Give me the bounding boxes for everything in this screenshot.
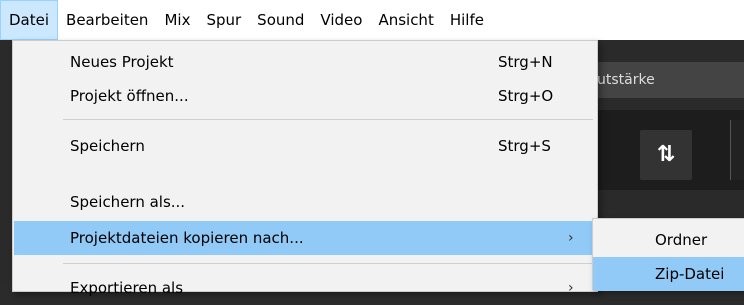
menu-ansicht[interactable]: Ansicht [370, 0, 441, 40]
menu-hilfe[interactable]: Hilfe [442, 0, 492, 40]
menu-item-save-as[interactable]: Speichern als... [14, 185, 596, 219]
menu-item-shortcut: Strg+S [498, 137, 551, 155]
menu-mix[interactable]: Mix [156, 0, 198, 40]
menu-item-label: Neues Projekt [70, 53, 174, 71]
menu-item-shortcut: Strg+N [498, 53, 553, 71]
menu-spur[interactable]: Spur [198, 0, 249, 40]
menu-item-new-project[interactable]: Neues Projekt Strg+N [14, 45, 596, 79]
sort-icon[interactable]: ⇅ [640, 130, 692, 180]
menu-item-export-as[interactable]: Exportieren als › [14, 271, 596, 305]
submenu-item-folder[interactable]: Ordner [593, 223, 744, 257]
menu-item-shortcut: Strg+O [498, 87, 554, 105]
menu-item-label: Exportieren als [70, 279, 184, 297]
menu-item-label: Speichern [70, 137, 145, 155]
menu-item-label: Projektdateien kopieren nach... [70, 229, 304, 247]
menu-item-label: Projekt öffnen... [70, 87, 189, 105]
menu-item-save[interactable]: Speichern Strg+S [14, 129, 596, 163]
menu-item-label: Speichern als... [70, 193, 186, 211]
menu-bearbeiten[interactable]: Bearbeiten [58, 0, 156, 40]
menu-video[interactable]: Video [312, 0, 370, 40]
menu-item-copy-project-files[interactable]: Projektdateien kopieren nach... › [14, 221, 596, 255]
toolbar-divider [730, 120, 744, 180]
menubar: Datei Bearbeiten Mix Spur Sound Video An… [0, 0, 744, 40]
menu-sound[interactable]: Sound [249, 0, 312, 40]
chevron-right-icon: › [568, 230, 574, 246]
menu-item-open-project[interactable]: Projekt öffnen... Strg+O [14, 79, 596, 113]
menu-separator [63, 263, 593, 264]
file-menu-dropdown: Neues Projekt Strg+N Projekt öffnen... S… [12, 40, 598, 297]
menu-datei[interactable]: Datei [0, 0, 59, 40]
chevron-right-icon: › [568, 280, 574, 296]
volume-header: utstärke [585, 62, 744, 98]
menu-separator [63, 119, 593, 120]
submenu-item-label: Ordner [655, 231, 708, 249]
copy-to-submenu: Ordner Zip-Datei [592, 218, 744, 291]
